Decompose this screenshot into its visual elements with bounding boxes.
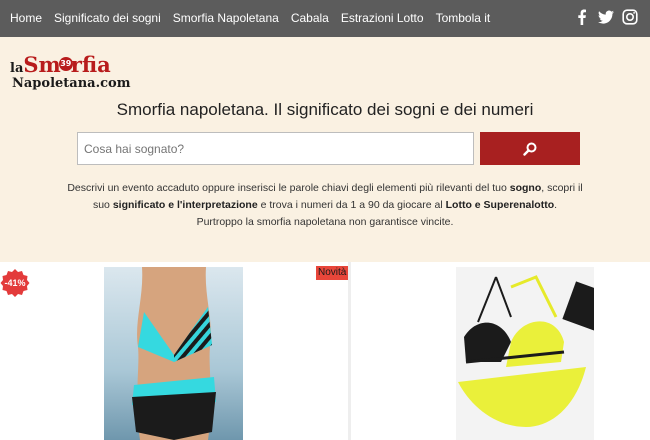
product-ads-row: -41% Novità bbox=[0, 262, 650, 440]
desc-bold-sogno: sogno bbox=[509, 182, 542, 194]
logo-prefix: la bbox=[10, 61, 24, 76]
desc-bold-lotto: Lotto e Superenalotto bbox=[445, 199, 555, 211]
logo-line-1: laSm39rfia bbox=[10, 52, 111, 77]
page-title: Smorfia napoletana. Il significato dei s… bbox=[116, 100, 534, 119]
logo-red-part-b: rfia bbox=[70, 52, 111, 77]
desc-bold-significato: significato e l'interpretazione bbox=[112, 199, 258, 211]
logo-line-2: Napoletana.com bbox=[12, 76, 131, 91]
nav-cabala[interactable]: Cabala bbox=[291, 11, 329, 25]
site-logo[interactable]: laSm39rfia Napoletana.com bbox=[10, 52, 140, 92]
top-navigation-bar: Home Significato dei sogni Smorfia Napol… bbox=[0, 0, 650, 37]
search-icon bbox=[523, 142, 537, 156]
desc-disclaimer: Purtroppo la smorfia napoletana non gara… bbox=[196, 216, 454, 228]
hero-section: laSm39rfia Napoletana.com Smorfia napole… bbox=[0, 37, 650, 262]
desc-text-3: e trova i numeri da 1 a 90 da giocare al bbox=[257, 199, 446, 211]
nav-significato-dei-sogni[interactable]: Significato dei sogni bbox=[54, 11, 161, 25]
search-button[interactable] bbox=[480, 132, 580, 165]
instagram-icon[interactable] bbox=[622, 9, 638, 25]
logo-red-part-a: Sm bbox=[23, 52, 61, 77]
twitter-icon[interactable] bbox=[598, 9, 614, 25]
desc-text-4: . bbox=[554, 199, 558, 211]
product-image-bikini-yellow[interactable] bbox=[456, 267, 594, 440]
nav-tombola-it[interactable]: Tombola it bbox=[436, 11, 491, 25]
search-description: Descrivi un evento accaduto oppure inser… bbox=[60, 180, 590, 231]
new-badge: Novità bbox=[316, 266, 349, 280]
product-image-swimsuit-turquoise[interactable] bbox=[104, 267, 243, 440]
facebook-icon[interactable] bbox=[574, 9, 590, 25]
nav-smorfia-napoletana[interactable]: Smorfia Napoletana bbox=[173, 11, 279, 25]
discount-text: -41% bbox=[4, 278, 26, 288]
nav-estrazioni-lotto[interactable]: Estrazioni Lotto bbox=[341, 11, 424, 25]
discount-badge: -41% bbox=[0, 268, 30, 298]
nav-home[interactable]: Home bbox=[10, 11, 42, 25]
social-links bbox=[574, 9, 638, 25]
dream-search-input[interactable] bbox=[77, 132, 474, 165]
products-divider bbox=[348, 262, 351, 440]
nav-links: Home Significato dei sogni Smorfia Napol… bbox=[10, 11, 490, 25]
desc-text-1: Descrivi un evento accaduto oppure inser… bbox=[67, 182, 510, 194]
